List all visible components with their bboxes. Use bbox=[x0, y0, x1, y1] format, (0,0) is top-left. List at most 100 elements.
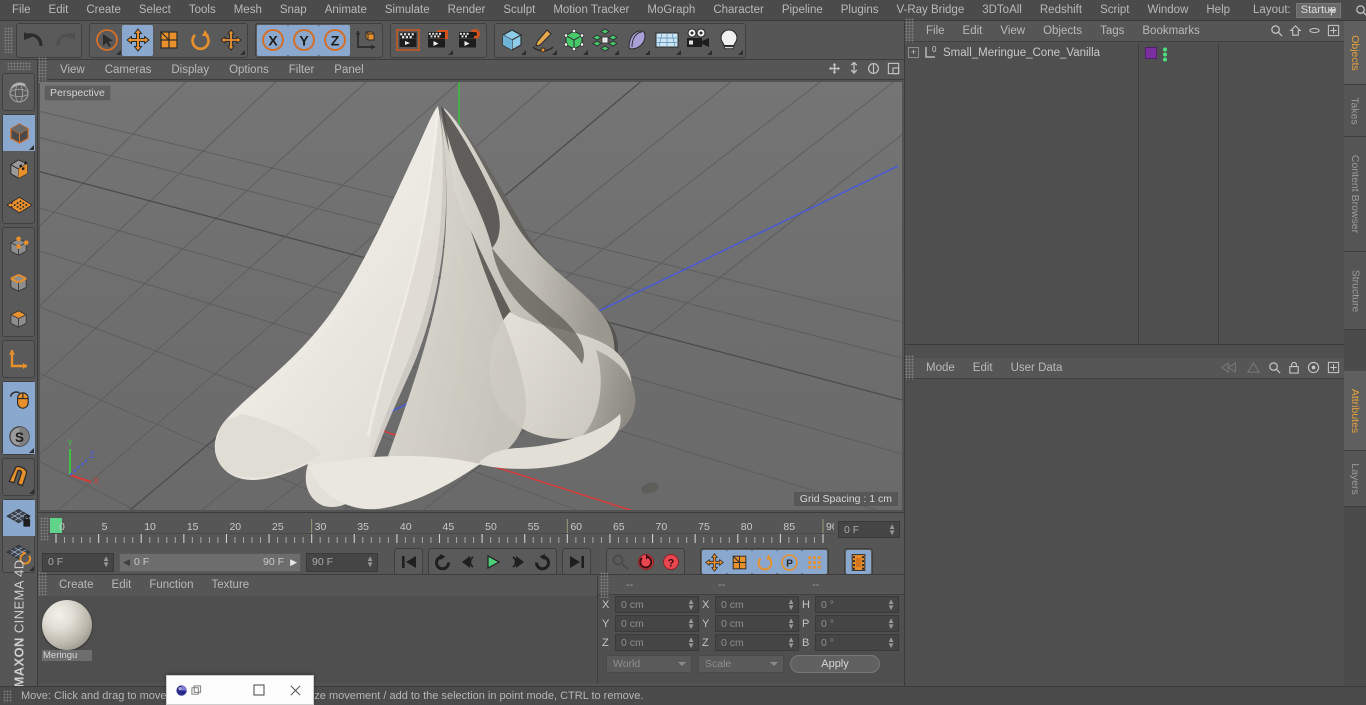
object-menu-item-view[interactable]: View bbox=[991, 21, 1034, 42]
record-scale-button[interactable] bbox=[727, 550, 752, 574]
attributes-menu-item-mode[interactable]: Mode bbox=[917, 358, 964, 379]
enable-axis-button[interactable] bbox=[3, 341, 35, 377]
search-icon[interactable] bbox=[1270, 24, 1283, 37]
viewport-drag-handle[interactable] bbox=[38, 56, 47, 83]
viewport-menu-item-cameras[interactable]: Cameras bbox=[95, 60, 162, 80]
zoom-icon[interactable] bbox=[848, 62, 860, 75]
coordinates-input-rotation-b[interactable]: 0 ° ▲ ▼ bbox=[815, 634, 899, 651]
coordinates-input-rotation-h[interactable]: 0 ° ▲ ▼ bbox=[815, 596, 899, 613]
record-position-button[interactable] bbox=[702, 550, 727, 574]
spinner-icon[interactable]: ▲ ▼ bbox=[687, 617, 695, 631]
search-icon[interactable] bbox=[1355, 4, 1366, 17]
coordinate-system-dropdown[interactable]: World bbox=[606, 655, 692, 673]
home-icon[interactable] bbox=[1289, 24, 1302, 37]
attributes-menu-item-edit[interactable]: Edit bbox=[964, 358, 1002, 379]
lock-workplane-button[interactable] bbox=[3, 500, 35, 536]
live-selection-tool[interactable] bbox=[91, 25, 122, 56]
close-button[interactable] bbox=[277, 676, 313, 704]
menu-item-script[interactable]: Script bbox=[1091, 0, 1138, 21]
add-bend-deformer-button[interactable] bbox=[620, 25, 651, 56]
object-row[interactable]: + 0 Small_Meringue_Cone_Vanilla bbox=[905, 43, 1344, 62]
plus-box-icon[interactable] bbox=[1327, 361, 1340, 374]
render-to-picture-viewer-button[interactable] bbox=[423, 25, 454, 56]
texture-mode-button[interactable] bbox=[3, 151, 35, 187]
vertical-tab-structure[interactable]: Structure bbox=[1344, 252, 1366, 330]
world-object-coordinates-button[interactable] bbox=[350, 25, 381, 56]
left-palette-drag-handle[interactable] bbox=[6, 62, 31, 70]
maximize-viewport-icon[interactable] bbox=[887, 62, 900, 75]
add-light-button[interactable] bbox=[713, 25, 744, 56]
spinner-icon[interactable]: ▲ ▼ bbox=[787, 617, 795, 631]
menu-item-render[interactable]: Render bbox=[439, 0, 495, 21]
object-manager-drag-handle[interactable] bbox=[905, 18, 914, 44]
edges-mode-button[interactable] bbox=[3, 264, 35, 300]
menu-item-select[interactable]: Select bbox=[130, 0, 180, 21]
material-menu-item-create[interactable]: Create bbox=[50, 575, 103, 595]
material-menu-item-edit[interactable]: Edit bbox=[103, 575, 141, 595]
spinner-icon[interactable]: ▲ ▼ bbox=[687, 636, 695, 650]
lock-z-axis-button[interactable]: Z bbox=[319, 24, 350, 56]
current-frame-field[interactable]: 0 F ▲ ▼ bbox=[838, 521, 900, 538]
enable-snap-button[interactable]: S bbox=[3, 418, 35, 454]
spinner-icon[interactable]: ▲ ▼ bbox=[887, 598, 895, 612]
keyframe-selection-button[interactable]: ? bbox=[658, 550, 683, 574]
menu-item-help[interactable]: Help bbox=[1197, 0, 1239, 21]
spinner-icon[interactable]: ▲ ▼ bbox=[366, 554, 374, 568]
range-right-arrow-icon[interactable]: ▶ bbox=[290, 557, 297, 568]
viewport-menu-item-display[interactable]: Display bbox=[161, 60, 219, 80]
menu-item-window[interactable]: Window bbox=[1138, 0, 1197, 21]
coordinates-input-position-x[interactable]: 0 cm ▲ ▼ bbox=[615, 596, 699, 613]
coordinates-input-size-y[interactable]: 0 cm ▲ ▼ bbox=[715, 615, 799, 632]
viewport-menu-item-options[interactable]: Options bbox=[219, 60, 279, 80]
material-drag-handle[interactable] bbox=[38, 572, 47, 598]
menu-item-sculpt[interactable]: Sculpt bbox=[494, 0, 544, 21]
timeline-options-button[interactable] bbox=[846, 550, 871, 574]
vertical-tab-content-browser[interactable]: Content Browser bbox=[1344, 137, 1366, 252]
menu-item-pipeline[interactable]: Pipeline bbox=[773, 0, 832, 21]
coordinates-input-size-x[interactable]: 0 cm ▲ ▼ bbox=[715, 596, 799, 613]
rotate-icon[interactable] bbox=[867, 62, 880, 75]
attributes-content-area[interactable] bbox=[905, 380, 1344, 705]
menu-item-mograph[interactable]: MoGraph bbox=[638, 0, 704, 21]
viewport-menu-item-panel[interactable]: Panel bbox=[324, 60, 373, 80]
make-editable-button[interactable] bbox=[3, 74, 35, 110]
points-mode-button[interactable] bbox=[3, 228, 35, 264]
model-mode-button[interactable] bbox=[3, 115, 35, 151]
coordinates-input-position-z[interactable]: 0 cm ▲ ▼ bbox=[615, 634, 699, 651]
preview-range-slider[interactable]: ◀ 0 F 90 F ▶ bbox=[119, 552, 301, 572]
menu-item-character[interactable]: Character bbox=[704, 0, 773, 21]
spinner-icon[interactable]: ▲ ▼ bbox=[887, 617, 895, 631]
previous-key-button[interactable] bbox=[455, 550, 480, 574]
menu-item-motion-tracker[interactable]: Motion Tracker bbox=[544, 0, 638, 21]
object-menu-item-tags[interactable]: Tags bbox=[1091, 21, 1133, 42]
dynamic-place-tool[interactable] bbox=[215, 25, 246, 56]
render-view-button[interactable] bbox=[392, 25, 423, 56]
status-drag-handle[interactable] bbox=[3, 689, 12, 703]
material-tag[interactable] bbox=[1145, 47, 1157, 59]
move-tool[interactable] bbox=[122, 24, 153, 56]
workplane-mode-button[interactable] bbox=[3, 187, 35, 223]
redo-button[interactable] bbox=[49, 25, 80, 56]
coordinates-input-size-z[interactable]: 0 cm ▲ ▼ bbox=[715, 634, 799, 651]
vertical-tab-attributes[interactable]: Attributes bbox=[1344, 371, 1366, 451]
menu-item-redshift[interactable]: Redshift bbox=[1031, 0, 1091, 21]
menu-item-snap[interactable]: Snap bbox=[271, 0, 316, 21]
menu-item-file[interactable]: File bbox=[3, 0, 40, 21]
undo-button[interactable] bbox=[18, 25, 49, 56]
polygons-mode-button[interactable] bbox=[3, 300, 35, 336]
menu-item-tools[interactable]: Tools bbox=[180, 0, 225, 21]
record-active-objects-button[interactable] bbox=[608, 550, 633, 574]
go-to-end-button[interactable] bbox=[564, 550, 589, 574]
expand-toggle-icon[interactable]: + bbox=[908, 47, 919, 58]
add-spline-button[interactable] bbox=[527, 25, 558, 56]
add-cube-button[interactable] bbox=[496, 25, 527, 56]
object-menu-item-bookmarks[interactable]: Bookmarks bbox=[1133, 21, 1209, 42]
target-icon[interactable] bbox=[1307, 361, 1320, 374]
vertical-tab-takes[interactable]: Takes bbox=[1344, 85, 1366, 137]
spinner-icon[interactable]: ▲ ▼ bbox=[888, 523, 896, 537]
start-frame-field[interactable]: 0 F ▲ ▼ bbox=[42, 552, 114, 572]
add-floor-button[interactable] bbox=[651, 25, 682, 56]
add-camera-button[interactable] bbox=[682, 25, 713, 56]
viewport-menu-item-filter[interactable]: Filter bbox=[279, 60, 325, 80]
history-back-icon[interactable] bbox=[1221, 361, 1239, 374]
